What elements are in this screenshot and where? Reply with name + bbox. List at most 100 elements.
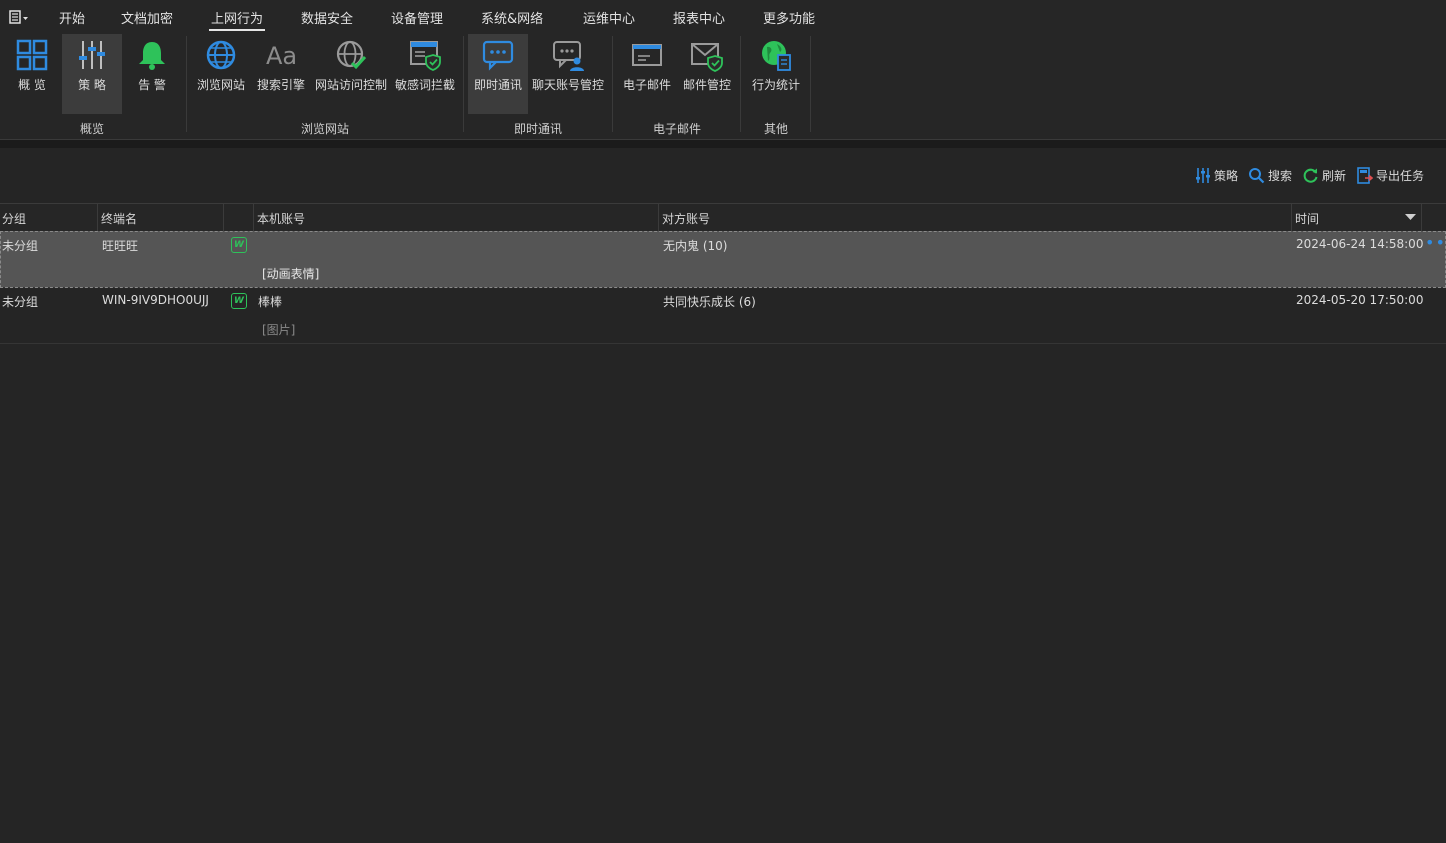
search-button[interactable]: 搜索 [1248, 165, 1292, 185]
column-divider[interactable] [97, 204, 98, 231]
menu-ops-center[interactable]: 运维中心 [583, 8, 635, 27]
envelope-shield-icon [691, 43, 723, 72]
search-label: 搜索 [1267, 168, 1292, 183]
menu-report-center[interactable]: 报表中心 [673, 8, 725, 27]
chat-user-icon [553, 41, 584, 71]
cell-terminal: 旺旺旺 [102, 239, 139, 253]
column-divider[interactable] [658, 204, 659, 231]
behavior-statistics-button[interactable]: 行为统计 [746, 34, 806, 114]
group-label-other: 其他 [763, 122, 788, 136]
group-separator [463, 36, 464, 132]
toolbar: 策略 搜索 刷新 导出任务 [1194, 165, 1424, 185]
browse-web-button[interactable]: 浏览网站 [192, 34, 250, 114]
chat-bubble-icon [482, 40, 514, 71]
sliders-icon [1195, 167, 1210, 183]
menu-device-management[interactable]: 设备管理 [391, 8, 443, 27]
email-control-button[interactable]: 邮件管控 [678, 34, 736, 114]
column-header-local-account[interactable]: 本机账号 [257, 210, 305, 227]
email-button[interactable]: 电子邮件 [618, 34, 676, 114]
column-header-group[interactable]: 分组 [2, 210, 26, 227]
instant-messaging-label: 即时通讯 [473, 78, 522, 92]
column-divider[interactable] [223, 204, 224, 231]
group-label-browse-web: 浏览网站 [300, 122, 349, 136]
globe-icon [206, 40, 236, 70]
globe-check-icon [336, 40, 367, 70]
ribbon: 概 览 策 略 告 警 浏览网站 Aa 搜索引擎 网站访问控制 敏感词拦截 即时… [0, 33, 1446, 140]
group-label-overview: 概览 [79, 122, 104, 136]
column-divider[interactable] [1291, 204, 1292, 231]
column-header-terminal[interactable]: 终端名 [101, 210, 137, 227]
chat-account-control-label: 聊天账号管控 [531, 78, 604, 92]
browse-web-label: 浏览网站 [196, 78, 245, 92]
dashboard-grid-icon [16, 39, 48, 71]
column-header-time[interactable]: 时间 [1295, 210, 1319, 227]
cell-local-account: 棒棒 [258, 295, 283, 309]
overview-button[interactable]: 概 览 [2, 34, 62, 114]
alert-button[interactable]: 告 警 [122, 34, 182, 114]
column-divider[interactable] [1421, 204, 1422, 231]
cell-time: 2024-05-20 17:50:00 [1296, 293, 1424, 307]
menu-data-security[interactable]: 数据安全 [301, 8, 353, 27]
table-row[interactable]: 未分组 WIN-9IV9DHO0UJJ W 棒棒 [图片] 共同快乐成长 (6)… [0, 287, 1446, 344]
globe-report-icon [762, 41, 791, 71]
envelope-icon [632, 44, 662, 66]
group-separator [612, 36, 613, 132]
font-aa-icon: Aa [266, 42, 297, 70]
table-row[interactable]: 未分组 旺旺旺 W [动画表情] 无内鬼 (10) 2024-06-24 14:… [0, 231, 1446, 288]
sensitive-word-block-button[interactable]: 敏感词拦截 [392, 34, 458, 114]
search-engine-label: 搜索引擎 [256, 78, 305, 92]
email-control-label: 邮件管控 [682, 78, 731, 92]
cell-terminal: WIN-9IV9DHO0UJJ [102, 293, 209, 307]
policy-label: 策 略 [78, 78, 106, 92]
search-icon [1248, 167, 1265, 183]
email-label: 电子邮件 [622, 78, 671, 92]
chat-account-control-button[interactable]: 聊天账号管控 [530, 34, 606, 114]
web-access-control-button[interactable]: 网站访问控制 [312, 34, 390, 114]
cell-time: 2024-06-24 14:58:00 [1296, 237, 1424, 251]
web-access-control-label: 网站访问控制 [314, 78, 387, 92]
sliders-icon [79, 41, 105, 69]
group-label-instant-messaging: 即时通讯 [513, 122, 562, 136]
divider-strip [0, 140, 1446, 148]
group-label-email: 电子邮件 [652, 122, 701, 136]
export-task-label: 导出任务 [1375, 168, 1424, 183]
menu-doc-encryption[interactable]: 文档加密 [121, 8, 173, 27]
search-engine-button[interactable]: Aa 搜索引擎 [252, 34, 310, 114]
refresh-label: 刷新 [1321, 168, 1346, 183]
policy-button[interactable]: 策 略 [62, 34, 122, 114]
export-icon [1357, 166, 1373, 184]
more-options-icon[interactable]: ••• [1425, 233, 1446, 252]
group-separator [740, 36, 741, 132]
sensitive-word-block-label: 敏感词拦截 [394, 78, 455, 92]
cell-group: 未分组 [2, 239, 39, 253]
bell-icon [139, 42, 165, 70]
menu-internet-behavior[interactable]: 上网行为 [208, 8, 266, 31]
menu-more-functions[interactable]: 更多功能 [763, 8, 815, 27]
svg-text:Aa: Aa [266, 42, 297, 70]
refresh-button[interactable]: 刷新 [1302, 165, 1346, 185]
app-menu-icon[interactable] [8, 9, 30, 25]
wangwang-app-icon: W [231, 237, 247, 253]
refresh-icon [1303, 168, 1318, 183]
column-header-peer-account[interactable]: 对方账号 [662, 210, 710, 227]
sort-descending-icon[interactable] [1405, 214, 1416, 221]
alert-label: 告 警 [138, 78, 166, 92]
column-divider[interactable] [253, 204, 254, 231]
group-separator [186, 36, 187, 132]
cell-group: 未分组 [2, 295, 39, 309]
menu-bar: 开始 文档加密 上网行为 数据安全 设备管理 系统&网络 运维中心 报表中心 更… [0, 0, 1446, 33]
wangwang-app-icon: W [231, 293, 247, 309]
cell-message-content: [动画表情] [262, 267, 320, 281]
export-task-button[interactable]: 导出任务 [1356, 165, 1424, 185]
instant-messaging-button[interactable]: 即时通讯 [468, 34, 528, 114]
group-separator [810, 36, 811, 132]
table-header: 分组 终端名 本机账号 对方账号 时间 [0, 203, 1446, 232]
menu-system-network[interactable]: 系统&网络 [481, 8, 543, 27]
menu-start[interactable]: 开始 [59, 8, 85, 27]
behavior-statistics-label: 行为统计 [751, 78, 800, 92]
policy-tool-button[interactable]: 策略 [1194, 165, 1238, 185]
overview-label: 概 览 [18, 78, 46, 92]
cell-message-content: [图片] [262, 323, 296, 337]
window-shield-icon [410, 41, 441, 71]
cell-peer-account: 无内鬼 (10) [663, 239, 728, 253]
